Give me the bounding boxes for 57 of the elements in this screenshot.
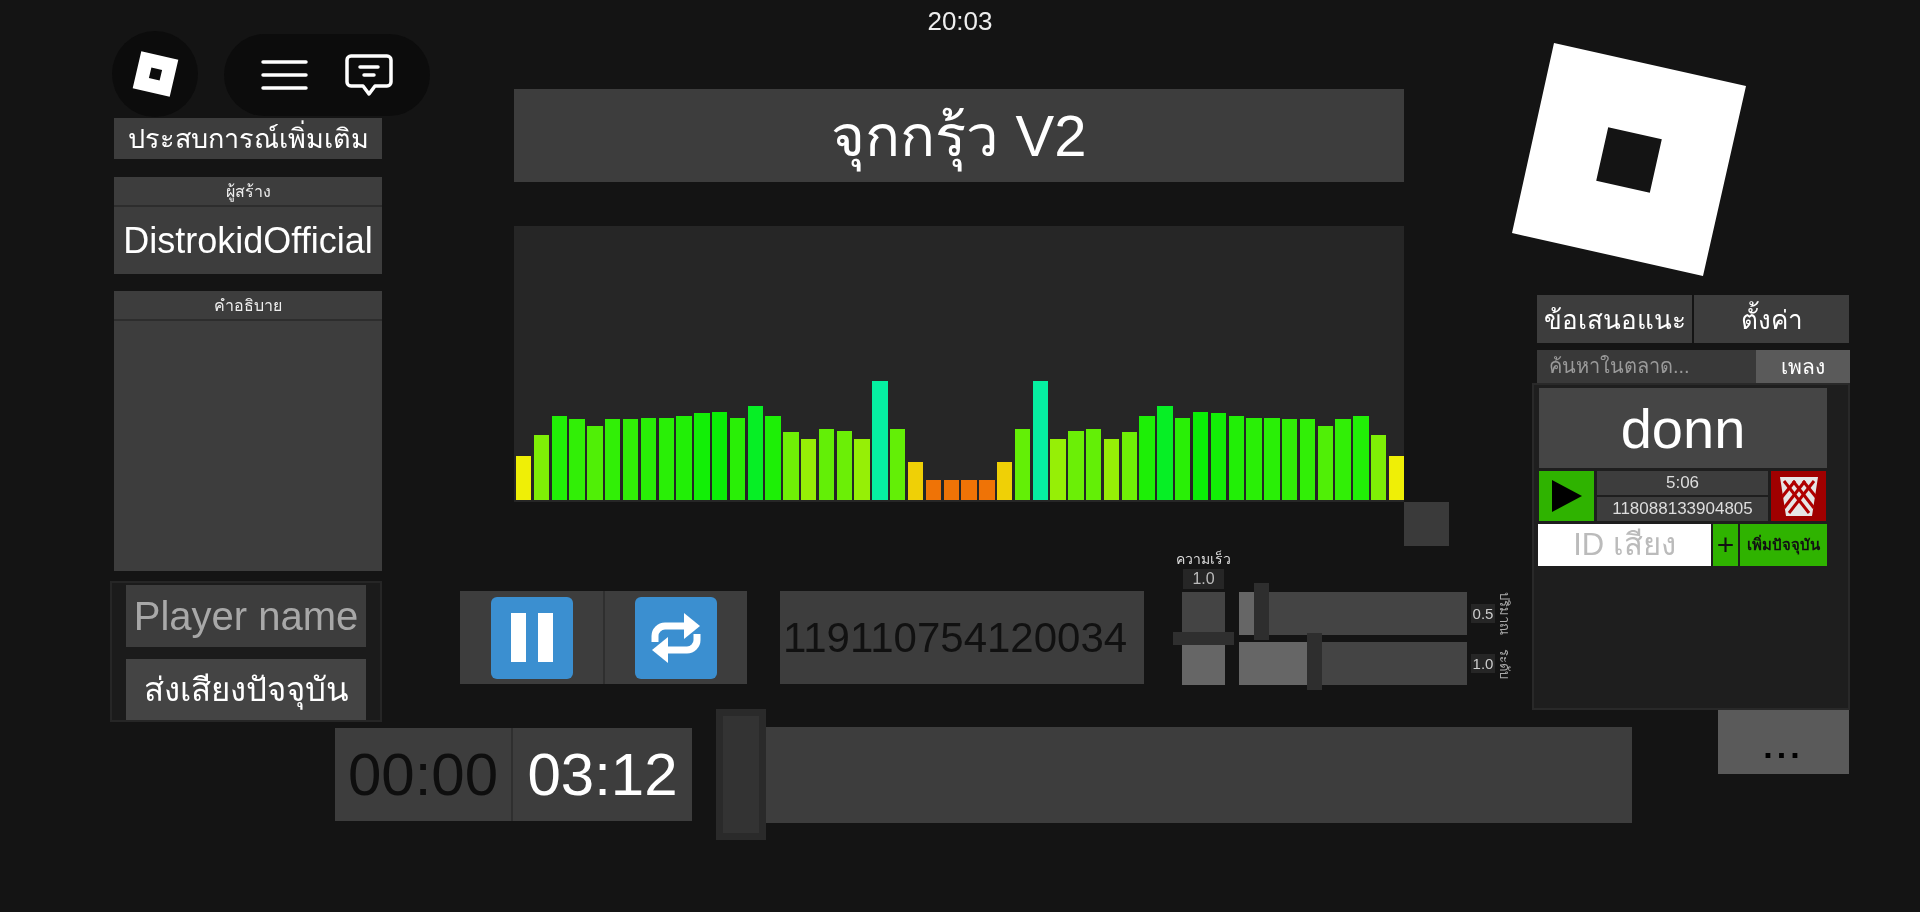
result-sound-id: 118088133904805 — [1597, 497, 1768, 521]
more-experiences-button[interactable]: ประสบการณ์เพิ่มเติม — [114, 118, 382, 159]
slider-track[interactable] — [1239, 592, 1467, 635]
result-title: donn — [1539, 388, 1827, 468]
description-heading: คำอธิบาย — [114, 291, 382, 321]
slider-label: ปริมาณ — [1497, 592, 1512, 635]
logo-icon — [1511, 42, 1747, 277]
visualizer-bar — [961, 480, 977, 500]
search-field[interactable]: ค้นหาในตลาด... — [1537, 350, 1756, 383]
creator-name: DistrokidOfficial — [122, 218, 374, 263]
visualizer-bar — [854, 438, 870, 500]
pause-button[interactable] — [490, 596, 573, 679]
play-icon — [1551, 480, 1582, 512]
progress-thumb[interactable] — [716, 709, 766, 840]
visualizer-bar — [1121, 431, 1138, 500]
visualizer-bar — [1086, 429, 1102, 500]
pause-icon — [510, 613, 553, 662]
repeat-button[interactable] — [635, 596, 717, 679]
speed-label: ความเร็ว — [1176, 551, 1231, 568]
corner-handle — [1404, 502, 1449, 546]
slider-track[interactable] — [1239, 642, 1467, 685]
speed-slider-thumb[interactable] — [1173, 632, 1234, 645]
tab[interactable]: ข้อเสนอแนะ — [1537, 295, 1692, 343]
menu-icon — [261, 60, 308, 90]
speed-reading: 1.0 — [1183, 569, 1224, 589]
visualizer-bar — [1068, 430, 1084, 500]
logo-icon — [131, 51, 179, 97]
visualizer-bar — [836, 430, 853, 500]
result-duration: 5:06 — [1597, 471, 1768, 495]
visualizer-bar — [1103, 438, 1120, 500]
song-title: จุกกรุ้ว V2 — [831, 89, 1087, 182]
slider-reading: 1.0 — [1471, 654, 1495, 673]
visualizer-bar — [943, 480, 959, 500]
clock-time: 20:03 — [927, 6, 993, 36]
visualizer-bar — [1050, 438, 1066, 500]
sound-id-input[interactable]: ID เสียง — [1538, 524, 1711, 566]
visualizer-bar — [783, 431, 799, 500]
visualizer-bar — [818, 429, 835, 500]
trash-icon — [1778, 475, 1819, 517]
chat-button[interactable] — [345, 53, 393, 97]
slider-reading: 0.5 — [1471, 604, 1495, 623]
creator-heading: ผู้สร้าง — [114, 177, 382, 207]
play-button[interactable] — [1539, 471, 1594, 521]
add-current-button[interactable]: เพิ่มปัจจุบัน — [1740, 524, 1827, 566]
slider-thumb[interactable] — [1254, 583, 1270, 640]
slider-label: ระดับ — [1497, 648, 1512, 679]
music-filter-button[interactable]: เพลง — [1756, 350, 1850, 383]
visualizer-bar — [801, 438, 817, 500]
add-button[interactable]: + — [1713, 524, 1738, 566]
total-time: 03:12 — [527, 740, 678, 809]
tab[interactable]: ตั้งค่า — [1694, 295, 1849, 343]
player-name-field[interactable]: Player name — [126, 585, 366, 647]
chat-icon — [345, 53, 393, 97]
delete-button[interactable] — [1771, 471, 1826, 521]
menu-button[interactable] — [261, 60, 308, 90]
slider-thumb[interactable] — [1306, 633, 1322, 690]
send-sound-button[interactable]: ส่งเสียงปัจจุบัน — [126, 659, 366, 720]
